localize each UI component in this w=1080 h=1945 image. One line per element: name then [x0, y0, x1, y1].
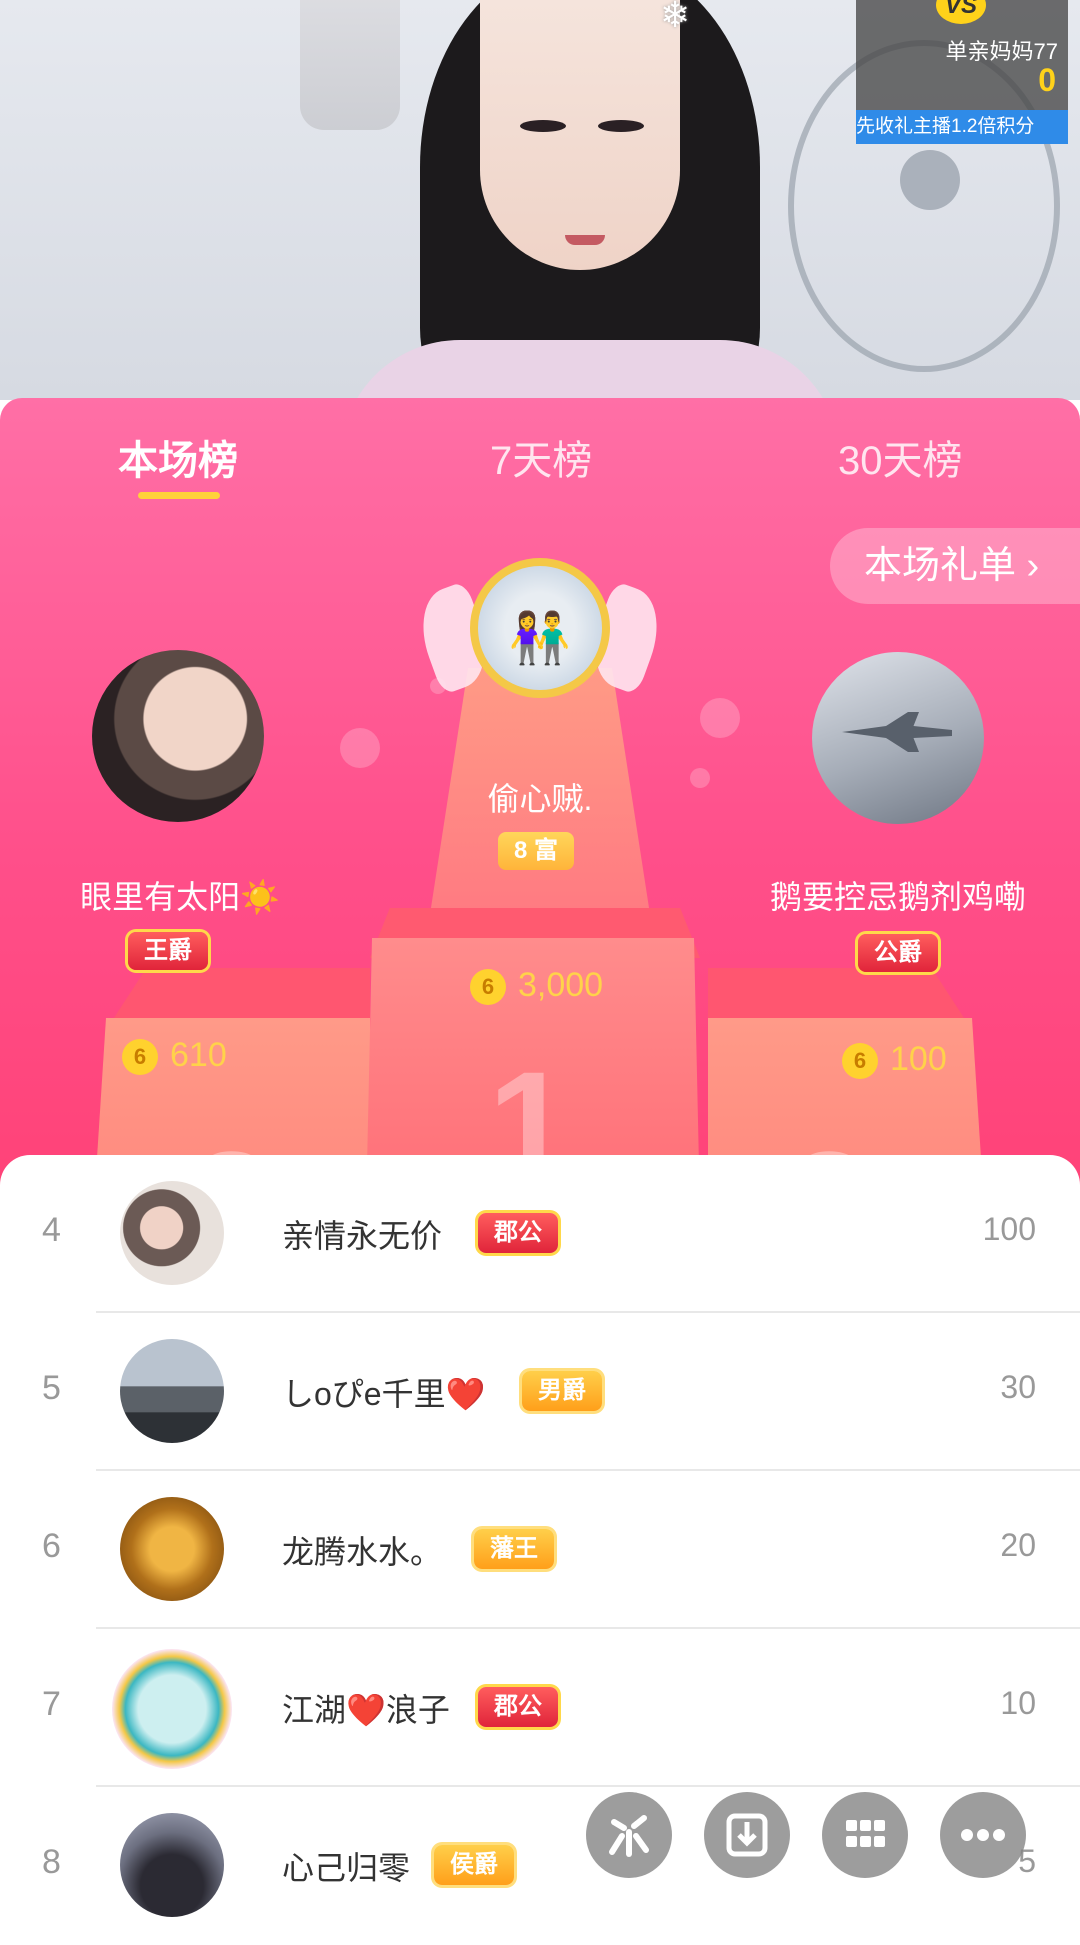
fan-hub [900, 150, 960, 210]
title-badge: 郡公 [478, 1213, 558, 1253]
decor-bubble [700, 698, 740, 738]
rank-number: 8 [42, 1843, 61, 1881]
coin-icon: 6 [122, 1039, 158, 1076]
jet-image [842, 712, 952, 752]
podium-2-top [110, 968, 370, 1024]
rank-number: 6 [42, 1527, 61, 1565]
list-item[interactable]: 4 亲情永无价 郡公 100 [0, 1155, 1080, 1313]
contribution-value: 20 [1000, 1527, 1036, 1563]
more-icon[interactable] [940, 1792, 1026, 1878]
right-eye [598, 120, 644, 132]
second-place-title-badge: 王爵 [128, 932, 208, 970]
contribution-value: 30 [1000, 1369, 1036, 1405]
avatar[interactable] [120, 1497, 224, 1601]
second-place-name[interactable]: 眼里有太阳☀️ [60, 872, 300, 918]
list-item[interactable]: 5 しoぴe千里❤️ 男爵 30 [0, 1313, 1080, 1471]
third-place-avatar[interactable] [812, 652, 984, 824]
streamer-shoulders [340, 340, 840, 400]
tab-7-days[interactable]: 7天榜 [490, 428, 592, 486]
share-burst-glyph [609, 1815, 649, 1857]
first-place-score: 6 3,000 [470, 966, 604, 1006]
grid-icon[interactable] [822, 1792, 908, 1878]
rank-number: 7 [42, 1685, 61, 1723]
streamer: ❄ [340, 0, 840, 400]
first-place-score-value: 3,000 [518, 966, 604, 1004]
gift-list-button[interactable]: 本场礼单 › [830, 528, 1080, 604]
grid-glyph [846, 1820, 885, 1847]
download-icon[interactable] [704, 1792, 790, 1878]
avatar[interactable] [120, 1339, 224, 1443]
download-glyph [726, 1813, 768, 1857]
contribution-value: 100 [982, 1211, 1036, 1247]
tab-30-days[interactable]: 30天榜 [838, 428, 963, 486]
first-place-name[interactable]: 偷心贼. [440, 774, 640, 820]
decor-bubble [690, 768, 710, 788]
first-place-avatar-frame[interactable]: 👫 [408, 548, 672, 728]
share-burst-icon[interactable] [586, 1792, 672, 1878]
third-place-score: 6 100 [842, 1040, 947, 1080]
user-name[interactable]: 心己归零 [282, 1843, 410, 1889]
third-place-score-value: 100 [890, 1040, 947, 1078]
decor-bubble [340, 728, 380, 768]
coin-icon: 6 [842, 1043, 878, 1080]
second-place-score: 6 610 [122, 1036, 227, 1076]
second-place-avatar[interactable] [92, 650, 264, 822]
user-name[interactable]: 龙腾水水。 [282, 1527, 442, 1573]
pk-score: 0 [1038, 62, 1056, 98]
list-item[interactable]: 6 龙腾水水。 藩王 20 [0, 1471, 1080, 1629]
active-tab-indicator [138, 492, 220, 499]
vs-badge: VS [936, 0, 986, 24]
list-item[interactable]: 7 江湖❤️浪子 郡公 10 [0, 1629, 1080, 1787]
left-eye [520, 120, 566, 132]
contribution-value: 10 [1000, 1685, 1036, 1721]
snowflake-hairpin-icon: ❄ [660, 0, 691, 35]
pk-bonus-text: 先收礼主播1.2倍积分 [856, 110, 1068, 144]
avatar[interactable] [112, 1649, 232, 1769]
second-place-score-value: 610 [170, 1036, 227, 1074]
title-badge: 藩王 [474, 1529, 554, 1569]
leaderboard-tabs: 本场榜 7天榜 30天榜 [0, 398, 1080, 528]
more-glyph [961, 1829, 1005, 1841]
podium-3-top [708, 968, 968, 1024]
coin-icon: 6 [470, 969, 506, 1006]
title-badge: 侯爵 [434, 1845, 514, 1885]
couple-figures-icon: 👫 [508, 610, 572, 666]
tab-current-session[interactable]: 本场榜 [118, 428, 238, 486]
rank-number: 4 [42, 1211, 61, 1249]
user-name[interactable]: しoぴe千里❤️ [282, 1369, 485, 1415]
title-badge: 男爵 [522, 1371, 602, 1411]
list-item[interactable]: 8 心己归零 侯爵 5 [0, 1787, 1080, 1945]
user-name[interactable]: 亲情永无价 [282, 1211, 442, 1257]
user-name[interactable]: 江湖❤️浪子 [282, 1685, 450, 1731]
live-video-area[interactable]: ❄ VS 单亲妈妈77 0 先收礼主播1.2倍积分 [0, 0, 1080, 400]
avatar[interactable] [120, 1181, 224, 1285]
title-badge: 郡公 [478, 1687, 558, 1727]
mouth [565, 235, 605, 245]
streamer-face [480, 0, 680, 270]
pk-widget[interactable]: VS 单亲妈妈77 0 先收礼主播1.2倍积分 [856, 0, 1068, 144]
third-place-name[interactable]: 鹅要控忌鹅剂鸡嘞 [758, 872, 1038, 918]
ranking-list[interactable]: 4 亲情永无价 郡公 100 5 しoぴe千里❤️ 男爵 30 6 龙腾水水。 … [0, 1155, 1080, 1920]
third-place-title-badge: 公爵 [858, 934, 938, 972]
rank-number: 5 [42, 1369, 61, 1407]
avatar[interactable] [120, 1813, 224, 1917]
first-place-level-badge: 8 富 [498, 832, 575, 870]
